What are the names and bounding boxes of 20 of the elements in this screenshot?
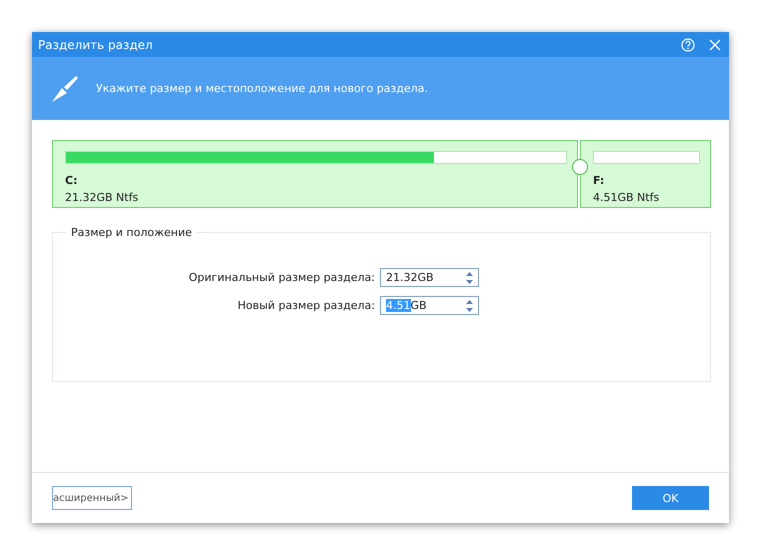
close-icon[interactable]	[709, 38, 721, 50]
size-spinbox[interactable]: 21.32GB	[380, 268, 479, 287]
drive-letter: F:	[593, 174, 606, 187]
field-label: Новый размер раздела:	[238, 299, 375, 312]
size-spinbox[interactable]: 4.51GB	[380, 296, 479, 315]
spin-arrows-icon[interactable]	[466, 298, 473, 312]
field-label: Оригинальный размер раздела:	[188, 271, 375, 284]
help-icon[interactable]	[681, 38, 695, 52]
ok-button[interactable]: OK	[632, 486, 709, 510]
window-title: Разделить раздел	[38, 38, 154, 52]
group-title: Размер и положение	[67, 226, 196, 239]
partition-info: 4.51GB Ntfs	[593, 191, 660, 204]
split-knife-icon	[50, 74, 80, 104]
partition-info: 21.32GB Ntfs	[65, 191, 140, 204]
drive-letter: C:	[65, 174, 78, 187]
partition-block[interactable]: C: 21.32GB Ntfs	[52, 140, 578, 208]
advanced-button[interactable]: асширенный>	[52, 486, 132, 510]
banner-text: Укажите размер и местоположение для нового раздела.	[96, 82, 428, 95]
partition-block[interactable]: F: 4.51GB Ntfs	[580, 140, 711, 208]
spin-arrows-icon[interactable]	[466, 270, 473, 284]
